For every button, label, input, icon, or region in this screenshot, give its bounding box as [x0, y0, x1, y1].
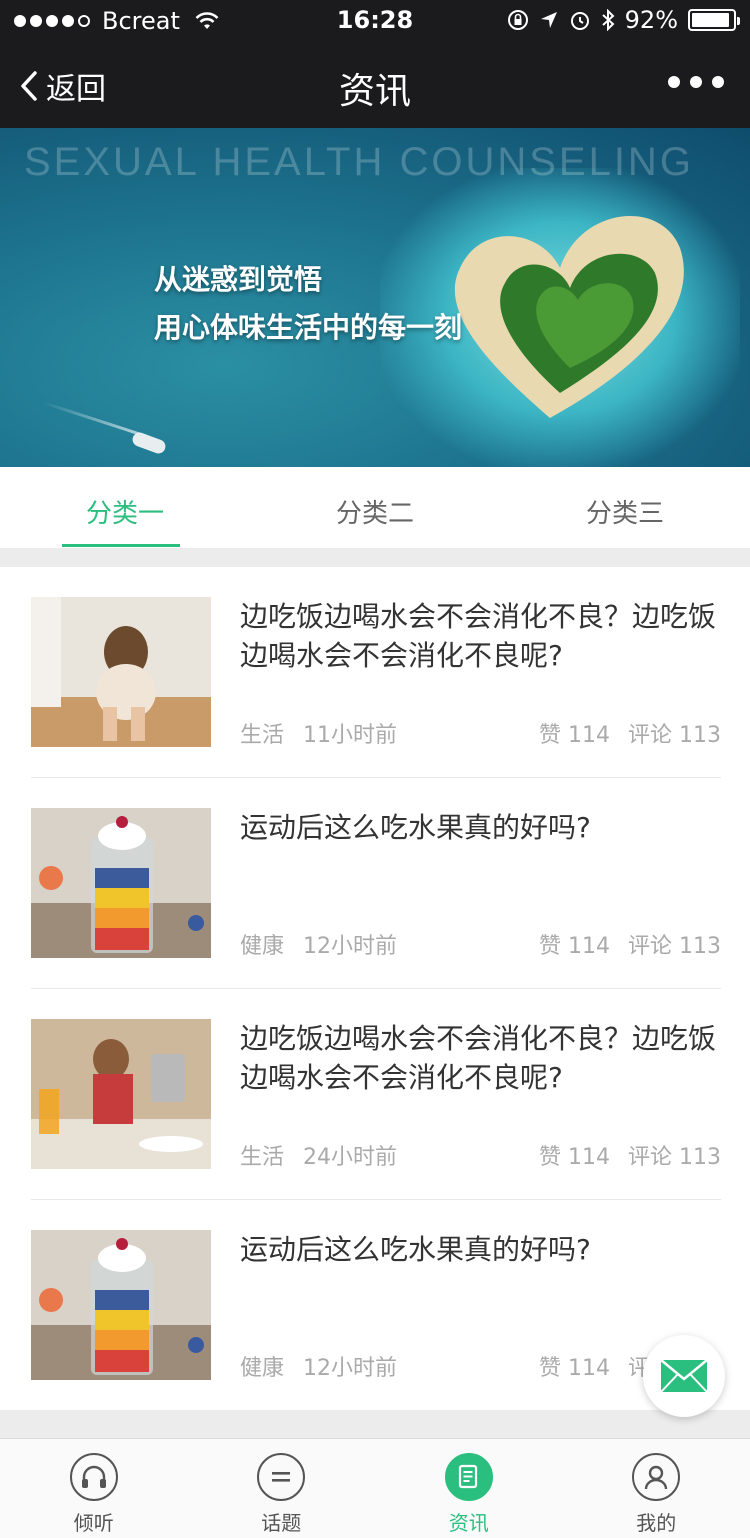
- message-fab-button[interactable]: [643, 1335, 725, 1417]
- chat-bubble-icon: [257, 1453, 306, 1501]
- heart-island-image: [454, 215, 684, 418]
- banner[interactable]: SEXUAL HEALTH COUNSELING 从迷惑到觉悟 用心体味生活中的…: [0, 128, 750, 467]
- banner-heading: SEXUAL HEALTH COUNSELING: [24, 140, 694, 184]
- banner-slogan-line2: 用心体味生活中的每一刻: [154, 311, 463, 344]
- tabbar-label: 倾听: [73, 1511, 114, 1535]
- more-options-button[interactable]: [668, 76, 724, 88]
- article-comments[interactable]: 评论 113: [628, 1139, 721, 1171]
- rotation-lock-icon: [507, 10, 528, 30]
- article-likes[interactable]: 赞 114: [539, 928, 610, 960]
- tabbar-label: 资讯: [448, 1511, 489, 1535]
- article-stats: 赞 114 评论 113: [539, 1139, 721, 1171]
- tabbar-item-topics[interactable]: 话题: [188, 1439, 376, 1538]
- article-time: 12小时前: [303, 934, 397, 959]
- article-title: 运动后这么吃水果真的好吗?: [240, 1233, 591, 1266]
- article-thumbnail: [31, 1019, 211, 1169]
- status-bar: Bcreat 16:28 92%: [0, 0, 750, 40]
- banner-slogan-line1: 从迷惑到觉悟: [154, 263, 323, 296]
- tab-category-1[interactable]: 分类一: [0, 467, 250, 548]
- article-item[interactable]: 运动后这么吃水果真的好吗? 健康 12小时前 赞 114 评论 113: [31, 778, 721, 989]
- boat-image: [130, 430, 168, 456]
- news-icon: [444, 1453, 493, 1501]
- article-item[interactable]: 边吃饭边喝水会不会消化不良？边吃饭边喝水会不会消化不良呢? 生活 11小时前 赞…: [31, 567, 721, 778]
- bluetooth-icon: [601, 9, 615, 31]
- more-dot-icon: [690, 76, 702, 88]
- article-list: 边吃饭边喝水会不会消化不良？边吃饭边喝水会不会消化不良呢? 生活 11小时前 赞…: [0, 567, 750, 1410]
- article-title: 边吃饭边喝水会不会消化不良？边吃饭边喝水会不会消化不良呢?: [240, 600, 717, 672]
- article-category: 健康: [240, 1356, 285, 1381]
- location-icon: [540, 12, 557, 28]
- more-dot-icon: [668, 76, 680, 88]
- article-time: 24小时前: [303, 1145, 397, 1170]
- battery-icon: [688, 9, 740, 31]
- article-item[interactable]: 边吃饭边喝水会不会消化不良？边吃饭边喝水会不会消化不良呢? 生活 24小时前 赞…: [31, 989, 721, 1200]
- envelope-icon: [660, 1359, 708, 1393]
- tab-category-2[interactable]: 分类二: [250, 467, 500, 548]
- status-right: 92%: [507, 6, 740, 34]
- article-thumbnail: [31, 1230, 211, 1380]
- tabbar-label: 我的: [636, 1511, 677, 1535]
- article-category: 生活: [240, 1145, 285, 1170]
- article-likes[interactable]: 赞 114: [539, 717, 610, 749]
- bottom-tab-bar: 倾听 话题 资讯 我的: [0, 1438, 750, 1538]
- page-title: 资讯: [338, 71, 411, 112]
- article-item[interactable]: 运动后这么吃水果真的好吗? 健康 12小时前 赞 114 评论 113: [31, 1200, 721, 1411]
- tabbar-item-news[interactable]: 资讯: [375, 1439, 563, 1538]
- boat-wake: [42, 401, 148, 438]
- article-title: 边吃饭边喝水会不会消化不良？边吃饭边喝水会不会消化不良呢?: [240, 1022, 717, 1094]
- article-stats: 赞 114 评论 113: [539, 717, 721, 749]
- tab-category-3[interactable]: 分类三: [500, 467, 750, 548]
- nav-bar: 返回 资讯: [0, 40, 750, 128]
- more-dot-icon: [712, 76, 724, 88]
- article-likes[interactable]: 赞 114: [539, 1350, 610, 1382]
- article-comments[interactable]: 评论 113: [628, 928, 721, 960]
- tabbar-label: 话题: [261, 1511, 302, 1535]
- article-stats: 赞 114 评论 113: [539, 928, 721, 960]
- article-category: 健康: [240, 934, 285, 959]
- battery-percent: 92%: [624, 6, 678, 34]
- article-thumbnail: [31, 597, 211, 747]
- tabbar-item-mine[interactable]: 我的: [563, 1439, 750, 1538]
- alarm-icon: [570, 12, 589, 30]
- category-tabs: 分类一 分类二 分类三: [0, 467, 750, 548]
- article-thumbnail: [31, 808, 211, 958]
- article-title: 运动后这么吃水果真的好吗?: [240, 811, 591, 844]
- article-time: 11小时前: [303, 723, 397, 748]
- article-time: 12小时前: [303, 1356, 397, 1381]
- article-category: 生活: [240, 723, 285, 748]
- person-icon: [632, 1453, 681, 1501]
- headphones-icon: [69, 1453, 118, 1501]
- article-likes[interactable]: 赞 114: [539, 1139, 610, 1171]
- article-comments[interactable]: 评论 113: [628, 717, 721, 749]
- tabbar-item-listen[interactable]: 倾听: [0, 1439, 188, 1538]
